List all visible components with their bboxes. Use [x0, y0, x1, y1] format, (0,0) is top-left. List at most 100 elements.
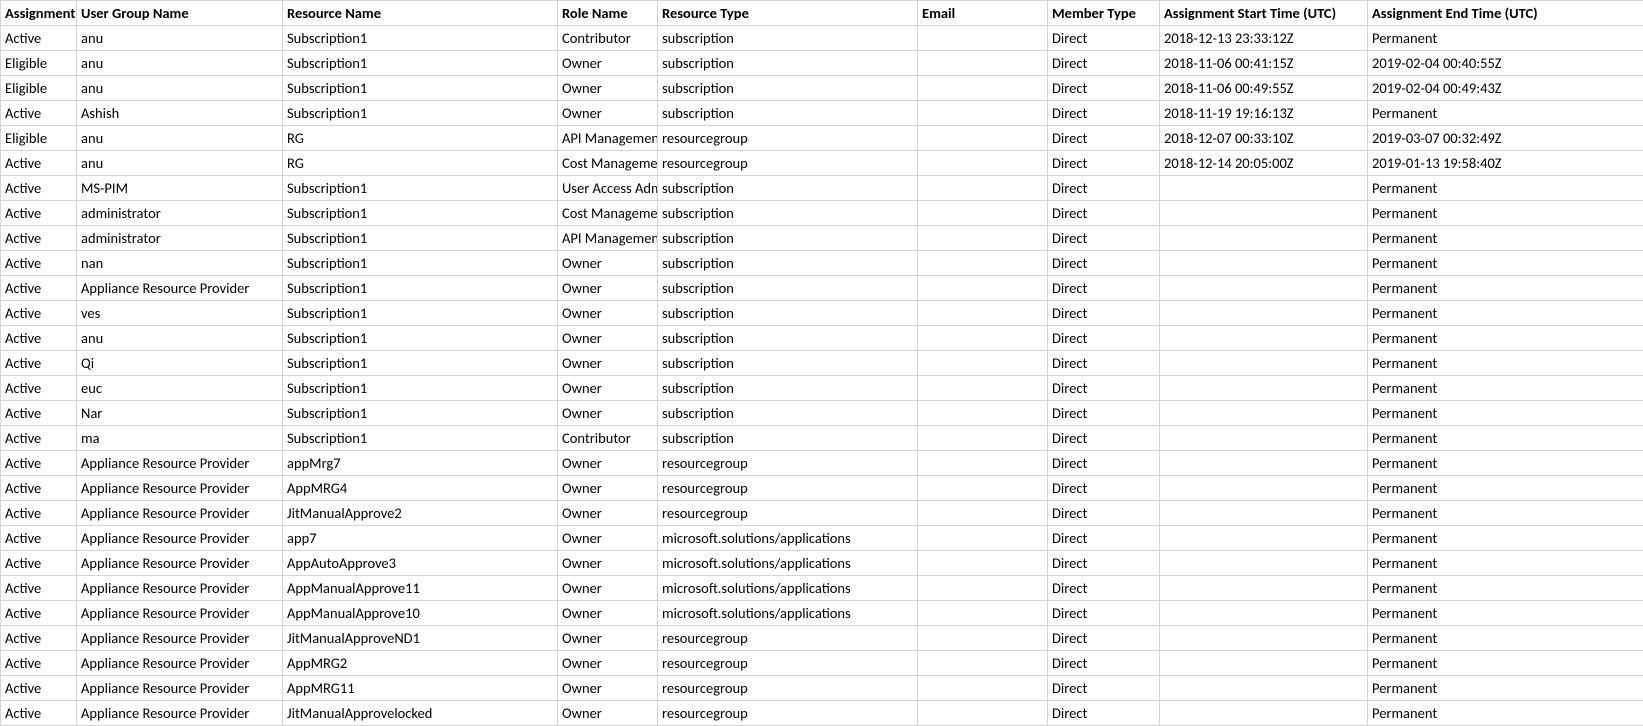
cell-member-type[interactable]: Direct	[1048, 401, 1160, 426]
cell-resource-name[interactable]: Subscription1	[283, 276, 558, 301]
cell-role-name[interactable]: User Access Administrator	[558, 176, 658, 201]
cell-user-group-name[interactable]: Appliance Resource Provider	[77, 601, 283, 626]
cell-email[interactable]	[918, 401, 1048, 426]
cell-resource-name[interactable]: Subscription1	[283, 401, 558, 426]
cell-user-group-name[interactable]: Appliance Resource Provider	[77, 501, 283, 526]
table-row[interactable]: ActiveAppliance Resource ProviderAppMRG2…	[1, 651, 1643, 676]
cell-resource-type[interactable]: subscription	[658, 101, 918, 126]
cell-user-group-name[interactable]: Appliance Resource Provider	[77, 276, 283, 301]
table-row[interactable]: ActiveAppliance Resource ProviderAppMRG4…	[1, 476, 1643, 501]
cell-start-time[interactable]	[1160, 401, 1368, 426]
cell-resource-name[interactable]: AppMRG2	[283, 651, 558, 676]
cell-role-name[interactable]: Owner	[558, 101, 658, 126]
cell-email[interactable]	[918, 326, 1048, 351]
cell-user-group-name[interactable]: anu	[77, 326, 283, 351]
cell-resource-name[interactable]: RG	[283, 126, 558, 151]
cell-end-time[interactable]: Permanent	[1368, 526, 1643, 551]
cell-start-time[interactable]: 2018-11-19 19:16:13Z	[1160, 101, 1368, 126]
cell-resource-name[interactable]: AppMRG11	[283, 676, 558, 701]
cell-member-type[interactable]: Direct	[1048, 701, 1160, 726]
cell-role-name[interactable]: Owner	[558, 251, 658, 276]
cell-member-type[interactable]: Direct	[1048, 151, 1160, 176]
cell-start-time[interactable]	[1160, 451, 1368, 476]
cell-end-time[interactable]: Permanent	[1368, 351, 1643, 376]
cell-role-name[interactable]: Cost Management	[558, 151, 658, 176]
cell-email[interactable]	[918, 476, 1048, 501]
cell-email[interactable]	[918, 176, 1048, 201]
cell-end-time[interactable]: Permanent	[1368, 451, 1643, 476]
cell-role-name[interactable]: Owner	[558, 51, 658, 76]
cell-end-time[interactable]: Permanent	[1368, 626, 1643, 651]
table-row[interactable]: ActiveeucSubscription1OwnersubscriptionD…	[1, 376, 1643, 401]
cell-resource-type[interactable]: subscription	[658, 176, 918, 201]
cell-role-name[interactable]: Owner	[558, 551, 658, 576]
cell-start-time[interactable]	[1160, 226, 1368, 251]
cell-user-group-name[interactable]: Appliance Resource Provider	[77, 651, 283, 676]
cell-resource-type[interactable]: resourcegroup	[658, 451, 918, 476]
cell-start-time[interactable]	[1160, 251, 1368, 276]
cell-start-time[interactable]: 2018-12-14 20:05:00Z	[1160, 151, 1368, 176]
cell-assignment[interactable]: Active	[1, 651, 77, 676]
cell-user-group-name[interactable]: Appliance Resource Provider	[77, 551, 283, 576]
cell-user-group-name[interactable]: Appliance Resource Provider	[77, 676, 283, 701]
cell-role-name[interactable]: API Management	[558, 126, 658, 151]
cell-assignment[interactable]: Active	[1, 501, 77, 526]
cell-member-type[interactable]: Direct	[1048, 551, 1160, 576]
cell-assignment[interactable]: Active	[1, 551, 77, 576]
cell-user-group-name[interactable]: Appliance Resource Provider	[77, 576, 283, 601]
table-row[interactable]: ActiveanuRGCost ManagementresourcegroupD…	[1, 151, 1643, 176]
cell-end-time[interactable]: Permanent	[1368, 476, 1643, 501]
cell-role-name[interactable]: Owner	[558, 301, 658, 326]
cell-end-time[interactable]: Permanent	[1368, 401, 1643, 426]
cell-role-name[interactable]: Contributor	[558, 26, 658, 51]
cell-member-type[interactable]: Direct	[1048, 276, 1160, 301]
cell-user-group-name[interactable]: Appliance Resource Provider	[77, 476, 283, 501]
cell-resource-type[interactable]: subscription	[658, 426, 918, 451]
cell-resource-type[interactable]: resourcegroup	[658, 126, 918, 151]
cell-start-time[interactable]	[1160, 676, 1368, 701]
cell-start-time[interactable]	[1160, 376, 1368, 401]
cell-resource-name[interactable]: Subscription1	[283, 301, 558, 326]
cell-role-name[interactable]: API Management	[558, 226, 658, 251]
cell-resource-type[interactable]: subscription	[658, 26, 918, 51]
cell-user-group-name[interactable]: anu	[77, 151, 283, 176]
cell-resource-name[interactable]: appMrg7	[283, 451, 558, 476]
cell-resource-type[interactable]: subscription	[658, 376, 918, 401]
cell-email[interactable]	[918, 226, 1048, 251]
cell-member-type[interactable]: Direct	[1048, 451, 1160, 476]
table-row[interactable]: ActiveAppliance Resource ProviderJitManu…	[1, 626, 1643, 651]
cell-role-name[interactable]: Cost Management	[558, 201, 658, 226]
table-row[interactable]: ActiveAppliance Resource ProviderappMrg7…	[1, 451, 1643, 476]
cell-role-name[interactable]: Owner	[558, 451, 658, 476]
cell-end-time[interactable]: Permanent	[1368, 551, 1643, 576]
cell-start-time[interactable]	[1160, 626, 1368, 651]
cell-member-type[interactable]: Direct	[1048, 351, 1160, 376]
cell-resource-name[interactable]: Subscription1	[283, 201, 558, 226]
cell-assignment[interactable]: Active	[1, 351, 77, 376]
cell-resource-name[interactable]: Subscription1	[283, 76, 558, 101]
cell-assignment[interactable]: Active	[1, 301, 77, 326]
cell-assignment[interactable]: Active	[1, 426, 77, 451]
cell-assignment[interactable]: Eligible	[1, 76, 77, 101]
cell-resource-name[interactable]: JitManualApprove2	[283, 501, 558, 526]
cell-start-time[interactable]	[1160, 276, 1368, 301]
cell-resource-name[interactable]: AppManualApprove11	[283, 576, 558, 601]
table-row[interactable]: EligibleanuSubscription1Ownersubscriptio…	[1, 76, 1643, 101]
table-row[interactable]: EligibleanuSubscription1Ownersubscriptio…	[1, 51, 1643, 76]
cell-role-name[interactable]: Owner	[558, 676, 658, 701]
header-assignment-end-time[interactable]: Assignment End Time (UTC)	[1368, 1, 1643, 26]
cell-member-type[interactable]: Direct	[1048, 601, 1160, 626]
cell-resource-name[interactable]: Subscription1	[283, 326, 558, 351]
cell-end-time[interactable]: Permanent	[1368, 426, 1643, 451]
table-row[interactable]: ActiveadministratorSubscription1Cost Man…	[1, 201, 1643, 226]
cell-resource-type[interactable]: subscription	[658, 76, 918, 101]
cell-end-time[interactable]: Permanent	[1368, 501, 1643, 526]
cell-start-time[interactable]	[1160, 651, 1368, 676]
cell-start-time[interactable]	[1160, 201, 1368, 226]
cell-role-name[interactable]: Owner	[558, 276, 658, 301]
cell-resource-name[interactable]: Subscription1	[283, 376, 558, 401]
cell-resource-name[interactable]: Subscription1	[283, 226, 558, 251]
cell-start-time[interactable]: 2018-12-13 23:33:12Z	[1160, 26, 1368, 51]
cell-resource-type[interactable]: microsoft.solutions/applications	[658, 601, 918, 626]
table-row[interactable]: ActiveAppliance Resource ProviderAppMRG1…	[1, 676, 1643, 701]
